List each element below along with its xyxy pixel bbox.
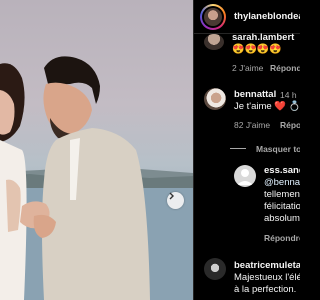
avatar-story-ring[interactable] [200, 4, 226, 30]
avatar[interactable] [204, 34, 224, 50]
post-photo [0, 0, 193, 300]
comment-text: Je t'aime ❤️ 💍 [234, 101, 300, 112]
comment-username[interactable]: sarah.lambert [232, 32, 294, 44]
post-author-username[interactable]: thylaneblondeau [234, 11, 300, 22]
avatar[interactable] [204, 88, 226, 110]
comments-panel: thylaneblondeau sarah.lambert 😍😍😍😍 2 J'a… [193, 0, 300, 300]
avatar[interactable] [204, 258, 226, 280]
carousel-next-button[interactable] [167, 192, 184, 209]
reply-button[interactable]: Répondre [264, 232, 300, 244]
reply-button[interactable]: Répondre [280, 119, 300, 131]
reply-button[interactable]: Répondre [270, 62, 300, 74]
comment-text-line: à la perfection. [234, 284, 297, 295]
couple-photo-illustration [0, 56, 193, 300]
comment-likes[interactable]: 82 J'aime [234, 119, 270, 131]
comment-text-line: absolument [264, 213, 300, 224]
comment-text-line: tellement [264, 189, 300, 200]
divider-line [230, 148, 246, 149]
chevron-right-icon [169, 192, 174, 200]
comment-username[interactable]: ess.sandra [264, 165, 300, 177]
hide-replies-button[interactable]: Masquer toutes les réponses [256, 143, 300, 155]
comment-text-line: félicitation [264, 201, 300, 212]
comment-text-line: Majestueux l'élé [234, 272, 300, 283]
comment-time: 14 h [280, 90, 297, 100]
comment-username[interactable]: bennattal [234, 89, 276, 101]
mention-link[interactable]: @bennattal [264, 177, 300, 189]
avatar [204, 8, 222, 26]
default-avatar-icon[interactable] [234, 165, 256, 187]
comment-likes[interactable]: 2 J'aime [232, 62, 263, 74]
comment-text: 😍😍😍😍 [232, 44, 282, 55]
post-header: thylaneblondeau [194, 0, 300, 34]
comment-username[interactable]: beatricemuletar [234, 260, 300, 272]
